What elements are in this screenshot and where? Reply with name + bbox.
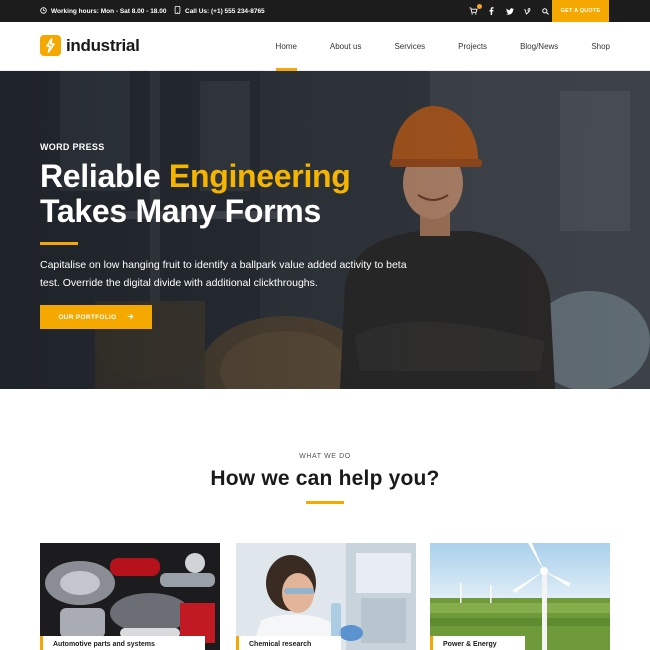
card-label: Chemical research <box>236 636 341 650</box>
hero-divider <box>40 242 78 245</box>
facebook-icon[interactable] <box>487 7 496 16</box>
card-label: Power & Energy <box>430 636 525 650</box>
logo-mark-icon <box>40 35 61 56</box>
phone-icon <box>174 5 181 16</box>
our-portfolio-label: OUR PORTFOLIO <box>58 313 117 321</box>
our-portfolio-button[interactable]: OUR PORTFOLIO <box>40 305 152 329</box>
hero-eyebrow: WORD PRESS <box>40 142 105 152</box>
site-header: industrial Home About us Services Projec… <box>0 22 650 71</box>
working-hours-text: Working hours: Mon - Sat 8.00 - 18.00 <box>51 7 167 15</box>
vine-icon[interactable] <box>523 7 532 16</box>
working-hours: Working hours: Mon - Sat 8.00 - 18.00 <box>40 0 166 22</box>
nav-item-services[interactable]: Services <box>394 22 425 71</box>
power-energy-image <box>430 543 610 650</box>
arrow-right-icon <box>127 313 134 322</box>
phone-text[interactable]: Call Us: (+1) 555 234-8765 <box>185 8 265 15</box>
nav-item-about-us[interactable]: About us <box>330 22 362 71</box>
hero-title-part: Reliable <box>40 158 169 194</box>
clock-icon <box>40 6 47 16</box>
phone: Call Us: (+1) 555 234-8765 <box>174 0 265 22</box>
nav-item-projects[interactable]: Projects <box>458 22 487 71</box>
service-card-energy[interactable]: Power & Energy <box>430 543 610 650</box>
chemical-research-image <box>236 543 416 650</box>
hero-title-line2: Takes Many Forms <box>40 193 321 229</box>
nav-item-home[interactable]: Home <box>275 22 298 71</box>
hero-title: Reliable Engineering Takes Many Forms <box>40 159 351 229</box>
main-nav: Home About us Services Projects Blog/New… <box>243 22 610 71</box>
section-title: How we can help you? <box>210 467 440 490</box>
hero-banner: WORD PRESS Reliable Engineering Takes Ma… <box>0 71 650 389</box>
search-icon[interactable] <box>541 7 550 16</box>
top-bar: Working hours: Mon - Sat 8.00 - 18.00 Ca… <box>0 0 650 22</box>
card-label: Automotive parts and systems <box>40 636 205 650</box>
cart-icon[interactable] <box>469 3 482 16</box>
get-a-quote-button[interactable]: GET A QUOTE <box>552 0 609 22</box>
hero-description: Capitalise on low hanging fruit to ident… <box>40 259 407 289</box>
hero-overlay <box>0 71 650 389</box>
logo[interactable]: industrial <box>40 35 140 56</box>
service-card-chemical[interactable]: Chemical research <box>236 543 416 650</box>
nav-item-shop[interactable]: Shop <box>591 22 610 71</box>
section-eyebrow: WHAT WE DO <box>299 453 351 460</box>
brand-name: industrial <box>66 35 140 55</box>
service-card-automotive[interactable]: Automotive parts and systems <box>40 543 220 650</box>
topbar-icons <box>469 0 550 22</box>
section-divider <box>306 501 344 504</box>
automotive-image <box>40 543 220 650</box>
hero-title-accent: Engineering <box>168 158 351 194</box>
nav-item-blog-news[interactable]: Blog/News <box>520 22 558 71</box>
cart-count-badge <box>477 3 482 9</box>
twitter-icon[interactable] <box>505 7 514 16</box>
